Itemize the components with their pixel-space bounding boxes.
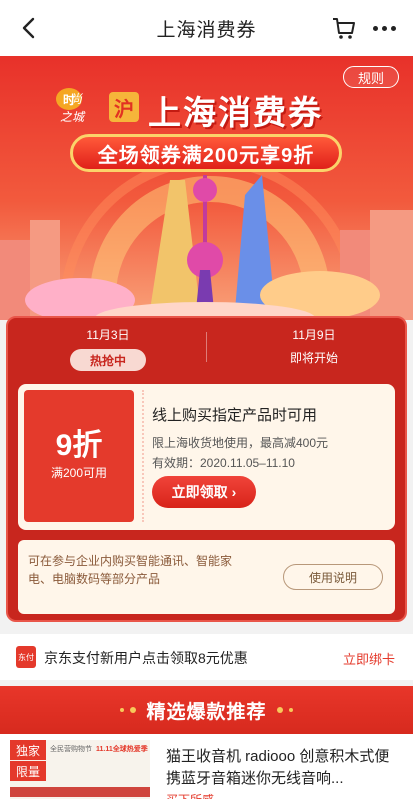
product-title[interactable]: 猫王收音机 radiooo 创意积木式便携蓝牙音箱迷你无线音响... xyxy=(166,746,402,790)
rules-button[interactable]: 规则 xyxy=(343,66,399,88)
skyline-illustration xyxy=(0,175,413,320)
date-tabs: 11月3日 热抢中 11月9日 即将开始 xyxy=(8,318,405,378)
decorative-dots xyxy=(276,707,293,713)
claim-button-label: 立即领取 xyxy=(171,484,228,500)
product-subtitle: 买下所感 xyxy=(166,791,214,799)
coupon-condition: 满200可用 xyxy=(50,466,108,480)
brand-logo: 时 尚 之城 xyxy=(50,88,102,128)
exclusive-tag: 独家 xyxy=(10,740,46,760)
product-event-label: 11.11全球热爱季 xyxy=(96,746,148,753)
product-card[interactable]: 独家 限量 全民营购物节 11.11全球热爱季 猫王收音机 radiooo 创意… xyxy=(0,734,413,799)
brand-logo-text: 尚 xyxy=(70,92,83,106)
hero-title: 上海消费券 xyxy=(148,94,323,131)
brand-logo-text: 之城 xyxy=(60,110,85,124)
more-icon[interactable] xyxy=(371,15,397,41)
coupon-panel: 11月3日 热抢中 11月9日 即将开始 9折 满200可用 线上购买指定产品时… xyxy=(6,316,407,622)
usage-instructions-button[interactable]: 使用说明 xyxy=(283,564,383,590)
tab-status-badge: 热抢中 xyxy=(70,349,146,371)
limited-tag: 限量 xyxy=(10,761,46,781)
coupon-card: 9折 满200可用 线上购买指定产品时可用 限上海收货地使用，最高减400元 有… xyxy=(18,384,395,530)
recommend-header: 精选爆款推荐 xyxy=(0,686,413,734)
payment-promo-text: 京东支付新用户点击领取8元优惠 xyxy=(44,650,248,666)
payment-promo-bar[interactable]: 东付 京东支付新用户点击领取8元优惠 立即绑卡 xyxy=(0,634,413,680)
coupon-description: 限上海收货地使用，最高减400元 xyxy=(152,436,329,450)
coupon-title: 线上购买指定产品时可用 xyxy=(152,407,318,424)
page-title: 上海消费券 xyxy=(156,19,257,41)
tab-divider xyxy=(206,332,207,362)
product-image[interactable]: 独家 限量 全民营购物节 11.11全球热爱季 xyxy=(10,740,150,799)
navigation-bar: 上海消费券 xyxy=(0,0,413,56)
jd-pay-icon: 东付 xyxy=(16,646,36,668)
tab-date: 11月9日 xyxy=(292,328,336,342)
hero-banner: 规则 时 尚 之城 沪 上海消费券 全场领券满200元享9折 xyxy=(0,56,413,320)
product-image-strip xyxy=(10,787,150,797)
recommend-title: 精选爆款推荐 xyxy=(146,701,267,723)
notes-text: 可在参与企业内购买智能通讯、智能家电、电脑数码等部分产品 xyxy=(28,554,233,586)
tab-nov-3[interactable]: 11月3日 热抢中 xyxy=(38,326,178,371)
back-icon[interactable] xyxy=(14,14,42,42)
tab-date: 11月3日 xyxy=(86,328,130,342)
tab-status: 即将开始 xyxy=(289,351,338,365)
hero-slogan: 全场领券满200元享9折 xyxy=(70,134,342,172)
chevron-right-icon: › xyxy=(231,484,237,500)
city-badge: 沪 xyxy=(109,92,139,122)
tab-nov-9[interactable]: 11月9日 即将开始 xyxy=(244,326,384,366)
coupon-notes: 可在参与企业内购买智能通讯、智能家电、电脑数码等部分产品 使用说明 xyxy=(18,540,395,614)
claim-button[interactable]: 立即领取 › xyxy=(152,476,256,508)
coupon-discount: 9折 xyxy=(55,429,103,462)
bind-card-link[interactable]: 立即绑卡 xyxy=(343,649,395,668)
cart-icon[interactable] xyxy=(331,15,357,41)
coupon-validity: 有效期：2020.11.05–11.10 xyxy=(152,456,295,470)
coupon-value-block: 9折 满200可用 xyxy=(24,390,134,522)
coupon-divider xyxy=(134,390,144,522)
product-brand-label: 全民营购物节 xyxy=(50,746,92,753)
decorative-dots xyxy=(120,707,137,713)
